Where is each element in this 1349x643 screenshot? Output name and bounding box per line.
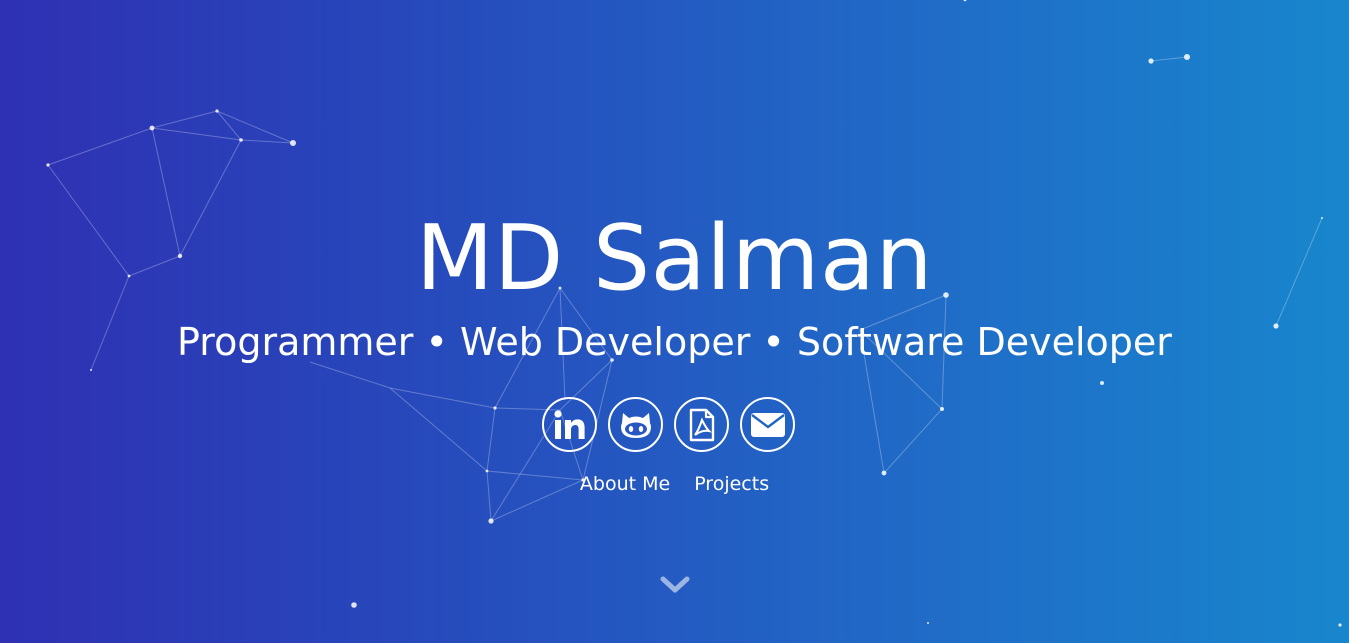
hero-name: MD Salman (415, 206, 934, 311)
linkedin-button[interactable] (542, 397, 597, 452)
resume-pdf-button[interactable] (674, 397, 729, 452)
pdf-icon (689, 408, 714, 441)
chevron-down-icon[interactable] (660, 574, 690, 596)
particle-dots (46, 0, 1342, 627)
linkedin-icon (553, 409, 585, 439)
social-links (542, 397, 795, 452)
hero-tagline: Programmer • Web Developer • Software De… (177, 320, 1172, 364)
hero-section: MD Salman Programmer • Web Developer • S… (0, 0, 1349, 643)
github-button[interactable] (608, 397, 663, 452)
github-icon (620, 412, 651, 438)
hero-nav-links: About Me Projects (0, 473, 1349, 495)
projects-link[interactable]: Projects (694, 473, 769, 495)
email-button[interactable] (740, 397, 795, 452)
envelope-icon (750, 412, 785, 437)
about-me-link[interactable]: About Me (580, 473, 670, 495)
